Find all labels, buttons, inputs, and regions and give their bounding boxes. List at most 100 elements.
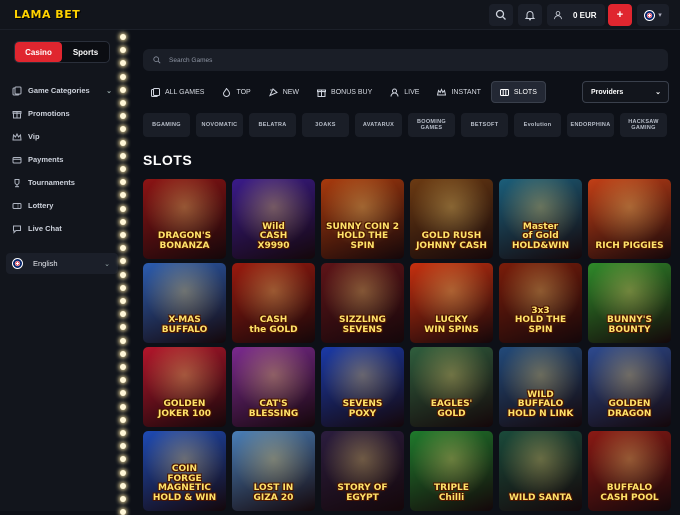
game-card[interactable]: BUNNY'S BOUNTY (588, 263, 671, 343)
provider-logo[interactable]: AVATARUX (355, 113, 402, 137)
game-title: CAT'S BLESSING (248, 399, 299, 419)
tab-new[interactable]: NEW (261, 81, 307, 103)
tab-instant[interactable]: INSTANT (429, 81, 488, 103)
game-card[interactable]: LUCKY WIN SPINS (410, 263, 493, 343)
provider-logo[interactable]: Evolution (514, 113, 561, 137)
marquee-light (120, 443, 126, 450)
casino-tab[interactable]: Casino (15, 42, 62, 62)
chevron-down-icon: ⌄ (106, 87, 112, 95)
game-title: BUNNY'S BOUNTY (607, 315, 652, 335)
provider-logo[interactable]: HACKSAW GAMING (620, 113, 667, 137)
tab-label: INSTANT (451, 88, 481, 96)
live-dealer-icon (390, 88, 399, 97)
language-selector[interactable]: English ⌄ (6, 253, 118, 274)
casino-sports-toggle: Casino Sports (14, 41, 110, 63)
game-title: GOLDEN DRAGON (607, 399, 652, 419)
game-card[interactable]: SEVENS POXY (321, 347, 404, 427)
tab-live[interactable]: LIVE (382, 81, 427, 103)
sidebar-item-lottery[interactable]: Lottery (0, 194, 124, 217)
provider-logo[interactable]: BELATRA (249, 113, 296, 137)
game-card[interactable]: COIN FORGE MAGNETIC HOLD & WIN (143, 431, 226, 511)
game-card[interactable]: CASH the GOLD (232, 263, 315, 343)
game-title: EAGLES' GOLD (430, 399, 473, 419)
game-card[interactable]: 3x3 HOLD THE SPIN (499, 263, 582, 343)
sidebar-item-live-chat[interactable]: Live Chat (0, 217, 124, 240)
sidebar-item-label: Live Chat (28, 224, 62, 233)
tab-label: ALL GAMES (165, 88, 205, 96)
chevron-down-icon: ▾ (658, 12, 662, 19)
tab-all-games[interactable]: ALL GAMES (143, 81, 212, 103)
game-card[interactable]: WILD SANTA (499, 431, 582, 511)
marquee-light (120, 34, 126, 40)
slots-icon (499, 88, 509, 96)
game-title: SEVENS POXY (342, 399, 383, 419)
game-title: TRIPLE Chilli (434, 483, 469, 503)
game-title: WILD BUFFALO HOLD N LINK (507, 389, 574, 419)
marquee-light (120, 258, 126, 265)
uk-flag-icon (644, 9, 656, 21)
provider-logo[interactable]: ENDORPHINA (567, 113, 614, 137)
sidebar-item-game-categories[interactable]: Game Categories ⌄ (0, 79, 124, 102)
section-title: SLOTS (143, 152, 193, 168)
game-card[interactable]: SIZZLING SEVENS (321, 263, 404, 343)
tab-slots[interactable]: SLOTS (490, 81, 546, 103)
marquee-light (120, 364, 126, 370)
provider-logo[interactable]: NOVOMATIC (196, 113, 243, 137)
game-card[interactable]: GOLDEN JOKER 100 (143, 347, 226, 427)
game-card[interactable]: LOST IN GIZA 20 (232, 431, 315, 511)
notifications-button[interactable] (518, 4, 542, 26)
game-card[interactable]: Wild CASH X9990 (232, 179, 315, 259)
game-title: CASH the GOLD (249, 315, 298, 335)
game-card[interactable]: X-MAS BUFFALO (143, 263, 226, 343)
search-games-input[interactable]: Search Games (143, 49, 668, 71)
game-title: GOLDEN JOKER 100 (158, 399, 211, 419)
provider-logo[interactable]: BOOMING GAMES (408, 113, 455, 137)
game-card[interactable]: SUNNY COIN 2 HOLD THE SPIN (321, 179, 404, 259)
game-card[interactable]: WILD BUFFALO HOLD N LINK (499, 347, 582, 427)
marquee-light (120, 86, 126, 93)
providers-dropdown[interactable]: Providers ⌄ (582, 81, 669, 103)
provider-logo[interactable]: BETSOFT (461, 113, 508, 137)
game-card[interactable]: BUFFALO CASH POOL (588, 431, 671, 511)
game-title: WILD SANTA (509, 492, 572, 503)
game-title: Wild CASH X9990 (257, 221, 290, 251)
sidebar-item-promotions[interactable]: Promotions (0, 102, 124, 125)
deposit-button[interactable]: + (608, 4, 632, 26)
tab-top[interactable]: TOP (214, 81, 258, 103)
tab-bonus-buy[interactable]: BONUS BUY (309, 81, 380, 103)
game-card[interactable]: TRIPLE Chilli (410, 431, 493, 511)
game-title: Master of Gold HOLD&WIN (511, 221, 570, 251)
marquee-light (120, 152, 126, 159)
sports-tab[interactable]: Sports (62, 42, 109, 62)
game-card[interactable]: STORY OF EGYPT (321, 431, 404, 511)
game-card[interactable]: EAGLES' GOLD (410, 347, 493, 427)
marquee-lights (118, 30, 128, 515)
sidebar-item-payments[interactable]: Payments (0, 148, 124, 171)
balance-display[interactable]: 0 EUR (547, 4, 605, 26)
provider-logo[interactable]: 3OAKS (302, 113, 349, 137)
sidebar-item-label: Promotions (28, 109, 70, 118)
game-card[interactable]: GOLD RUSH JOHNNY CASH (410, 179, 493, 259)
marquee-light (120, 337, 126, 344)
user-icon (554, 11, 562, 20)
bell-icon (524, 11, 536, 21)
sidebar-item-label: Payments (28, 155, 64, 164)
search-icon (495, 9, 506, 20)
game-title: 3x3 HOLD THE SPIN (514, 305, 567, 335)
game-card[interactable]: Master of Gold HOLD&WIN (499, 179, 582, 259)
brand-logo[interactable]: LAMA BET (14, 8, 80, 21)
marquee-light (120, 298, 126, 304)
fire-icon (223, 87, 231, 97)
language-switcher[interactable]: ▾ (637, 4, 669, 26)
search-button[interactable] (489, 4, 513, 26)
provider-logo[interactable]: BGAMING (143, 113, 190, 137)
sidebar-item-tournaments[interactable]: Tournaments (0, 171, 124, 194)
marquee-light (120, 113, 126, 120)
game-card[interactable]: DRAGON'S BONANZA (143, 179, 226, 259)
sidebar-item-vip[interactable]: Vip (0, 125, 124, 148)
game-card[interactable]: CAT'S BLESSING (232, 347, 315, 427)
game-card[interactable]: GOLDEN DRAGON (588, 347, 671, 427)
game-card[interactable]: RICH PIGGIES (588, 179, 671, 259)
sidebar-item-label: Tournaments (28, 178, 75, 187)
chat-icon (12, 224, 22, 234)
